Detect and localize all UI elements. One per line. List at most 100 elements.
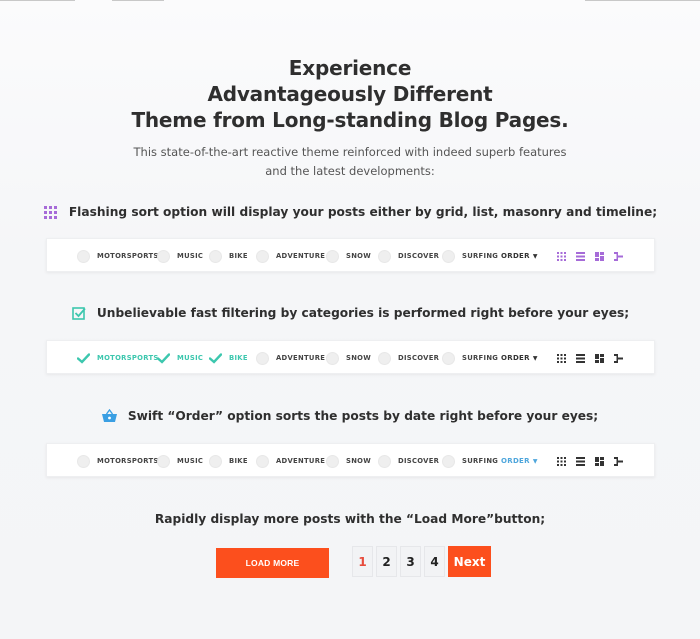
page-subtitle: This state-of-the-art reactive theme rei… bbox=[0, 143, 700, 181]
radio-circle-icon bbox=[256, 351, 269, 365]
category-filter-bike[interactable]: BIKE bbox=[209, 444, 248, 478]
page-1-button[interactable]: 1 bbox=[352, 546, 373, 577]
page-2-button[interactable]: 2 bbox=[376, 546, 397, 577]
order-dropdown[interactable]: ORDER ▼ bbox=[501, 239, 538, 273]
category-filter-bike[interactable]: BIKE bbox=[209, 239, 248, 273]
next-page-button[interactable]: Next bbox=[448, 546, 491, 577]
category-label: MUSIC bbox=[177, 252, 204, 260]
checkmark-icon bbox=[157, 352, 170, 365]
timeline-view-icon[interactable] bbox=[612, 455, 624, 467]
category-label: MUSIC bbox=[177, 457, 204, 465]
category-filter-surfing[interactable]: SURFING bbox=[442, 444, 498, 478]
category-filter-motorsports[interactable]: MOTORSPORTS bbox=[77, 239, 159, 273]
category-filter-adventure[interactable]: ADVENTURE bbox=[256, 239, 325, 273]
category-filter-motorsports[interactable]: MOTORSPORTS bbox=[77, 444, 159, 478]
caret-down-icon: ▼ bbox=[532, 354, 538, 362]
radio-circle-icon bbox=[326, 454, 339, 468]
masonry-view-icon[interactable] bbox=[593, 250, 605, 262]
grid-view-icon[interactable] bbox=[555, 250, 567, 262]
category-filter-surfing[interactable]: SURFING bbox=[442, 341, 498, 375]
category-label: BIKE bbox=[229, 252, 248, 260]
radio-circle-icon bbox=[256, 454, 269, 468]
category-filter-snow[interactable]: SNOW bbox=[326, 239, 371, 273]
feature-text: Unbelievable fast filtering by categorie… bbox=[96, 306, 630, 320]
order-label: ORDER bbox=[501, 252, 530, 260]
category-label: SURFING bbox=[462, 457, 499, 465]
radio-circle-icon bbox=[157, 454, 170, 468]
subtitle-line: This state-of-the-art reactive theme rei… bbox=[133, 145, 567, 159]
category-filter-snow[interactable]: SNOW bbox=[326, 341, 371, 375]
grid-view-icon[interactable] bbox=[555, 455, 567, 467]
subtitle-line: and the latest developments: bbox=[265, 164, 435, 178]
radio-circle-icon bbox=[378, 454, 391, 468]
feature-text: Flashing sort option will display your p… bbox=[68, 205, 658, 219]
category-filter-music[interactable]: MUSIC bbox=[157, 239, 203, 273]
radio-circle-icon bbox=[442, 249, 455, 263]
feature-category-filtering: Unbelievable fast filtering by categorie… bbox=[0, 305, 700, 321]
category-filter-adventure[interactable]: ADVENTURE bbox=[256, 341, 325, 375]
radio-circle-icon bbox=[256, 249, 269, 263]
radio-circle-icon bbox=[442, 454, 455, 468]
radio-circle-icon bbox=[378, 351, 391, 365]
category-label: SURFING bbox=[462, 252, 499, 260]
radio-circle-icon bbox=[442, 351, 455, 365]
category-label: SURFING bbox=[462, 354, 499, 362]
category-label: MUSIC bbox=[177, 354, 204, 362]
title-line: Experience bbox=[288, 56, 412, 80]
order-label: ORDER bbox=[501, 354, 530, 362]
basket-icon bbox=[102, 408, 118, 424]
category-filter-adventure[interactable]: ADVENTURE bbox=[256, 444, 325, 478]
category-filter-discover[interactable]: DISCOVER bbox=[378, 341, 439, 375]
radio-circle-icon bbox=[157, 249, 170, 263]
grid-view-icon[interactable] bbox=[555, 352, 567, 364]
category-label: SNOW bbox=[346, 252, 372, 260]
filter-bar: MOTORSPORTS MUSIC BIKE ADVENTURE SNOW DISCOVE… bbox=[46, 443, 655, 477]
order-label: ORDER bbox=[501, 457, 530, 465]
feature-text: Swift “Order” option sorts the posts by … bbox=[127, 409, 599, 423]
view-mode-switcher bbox=[555, 239, 631, 273]
view-mode-switcher bbox=[555, 341, 631, 375]
checkmark-icon bbox=[77, 352, 90, 365]
category-filter-bike[interactable]: BIKE bbox=[209, 341, 248, 375]
radio-circle-icon bbox=[209, 249, 222, 263]
radio-circle-icon bbox=[326, 249, 339, 263]
list-view-icon[interactable] bbox=[574, 455, 586, 467]
filter-bar: MOTORSPORTS MUSIC BIKE ADVENTURE SNOW DISCOVE… bbox=[46, 340, 655, 374]
page-3-button[interactable]: 3 bbox=[400, 546, 421, 577]
category-label: BIKE bbox=[229, 457, 248, 465]
load-more-button[interactable]: LOAD MORE bbox=[216, 548, 329, 578]
category-label: MOTORSPORTS bbox=[97, 457, 159, 465]
category-filter-discover[interactable]: DISCOVER bbox=[378, 239, 439, 273]
page-4-button[interactable]: 4 bbox=[424, 546, 445, 577]
masonry-view-icon[interactable] bbox=[593, 455, 605, 467]
category-label: BIKE bbox=[229, 354, 248, 362]
caret-down-icon: ▼ bbox=[532, 457, 538, 465]
top-border-lines bbox=[0, 0, 700, 2]
category-filter-music[interactable]: MUSIC bbox=[157, 444, 203, 478]
order-dropdown[interactable]: ORDER ▼ bbox=[501, 341, 538, 375]
category-filter-motorsports[interactable]: MOTORSPORTS bbox=[77, 341, 159, 375]
timeline-view-icon[interactable] bbox=[612, 352, 624, 364]
list-view-icon[interactable] bbox=[574, 250, 586, 262]
view-mode-switcher bbox=[555, 444, 631, 478]
title-line: Theme from Long-standing Blog Pages. bbox=[131, 108, 569, 132]
feature-order-option: Swift “Order” option sorts the posts by … bbox=[0, 408, 700, 424]
masonry-view-icon[interactable] bbox=[593, 352, 605, 364]
radio-circle-icon bbox=[77, 249, 90, 263]
category-filter-snow[interactable]: SNOW bbox=[326, 444, 371, 478]
radio-circle-icon bbox=[326, 351, 339, 365]
feature-sort-options: Flashing sort option will display your p… bbox=[0, 204, 700, 220]
radio-circle-icon bbox=[77, 454, 90, 468]
pagination: 1 2 3 4 Next bbox=[352, 546, 491, 577]
load-more-caption: Rapidly display more posts with the “Loa… bbox=[154, 512, 546, 526]
category-filter-music[interactable]: MUSIC bbox=[157, 341, 203, 375]
category-filter-discover[interactable]: DISCOVER bbox=[378, 444, 439, 478]
category-filter-surfing[interactable]: SURFING bbox=[442, 239, 498, 273]
category-label: DISCOVER bbox=[398, 252, 440, 260]
timeline-view-icon[interactable] bbox=[612, 250, 624, 262]
filter-bar: MOTORSPORTS MUSIC BIKE ADVENTURE SNOW DISCOVE… bbox=[46, 238, 655, 272]
category-label: MOTORSPORTS bbox=[97, 354, 159, 362]
order-dropdown[interactable]: ORDER ▼ bbox=[501, 444, 538, 478]
list-view-icon[interactable] bbox=[574, 352, 586, 364]
title-line: Advantageously Different bbox=[207, 82, 493, 106]
